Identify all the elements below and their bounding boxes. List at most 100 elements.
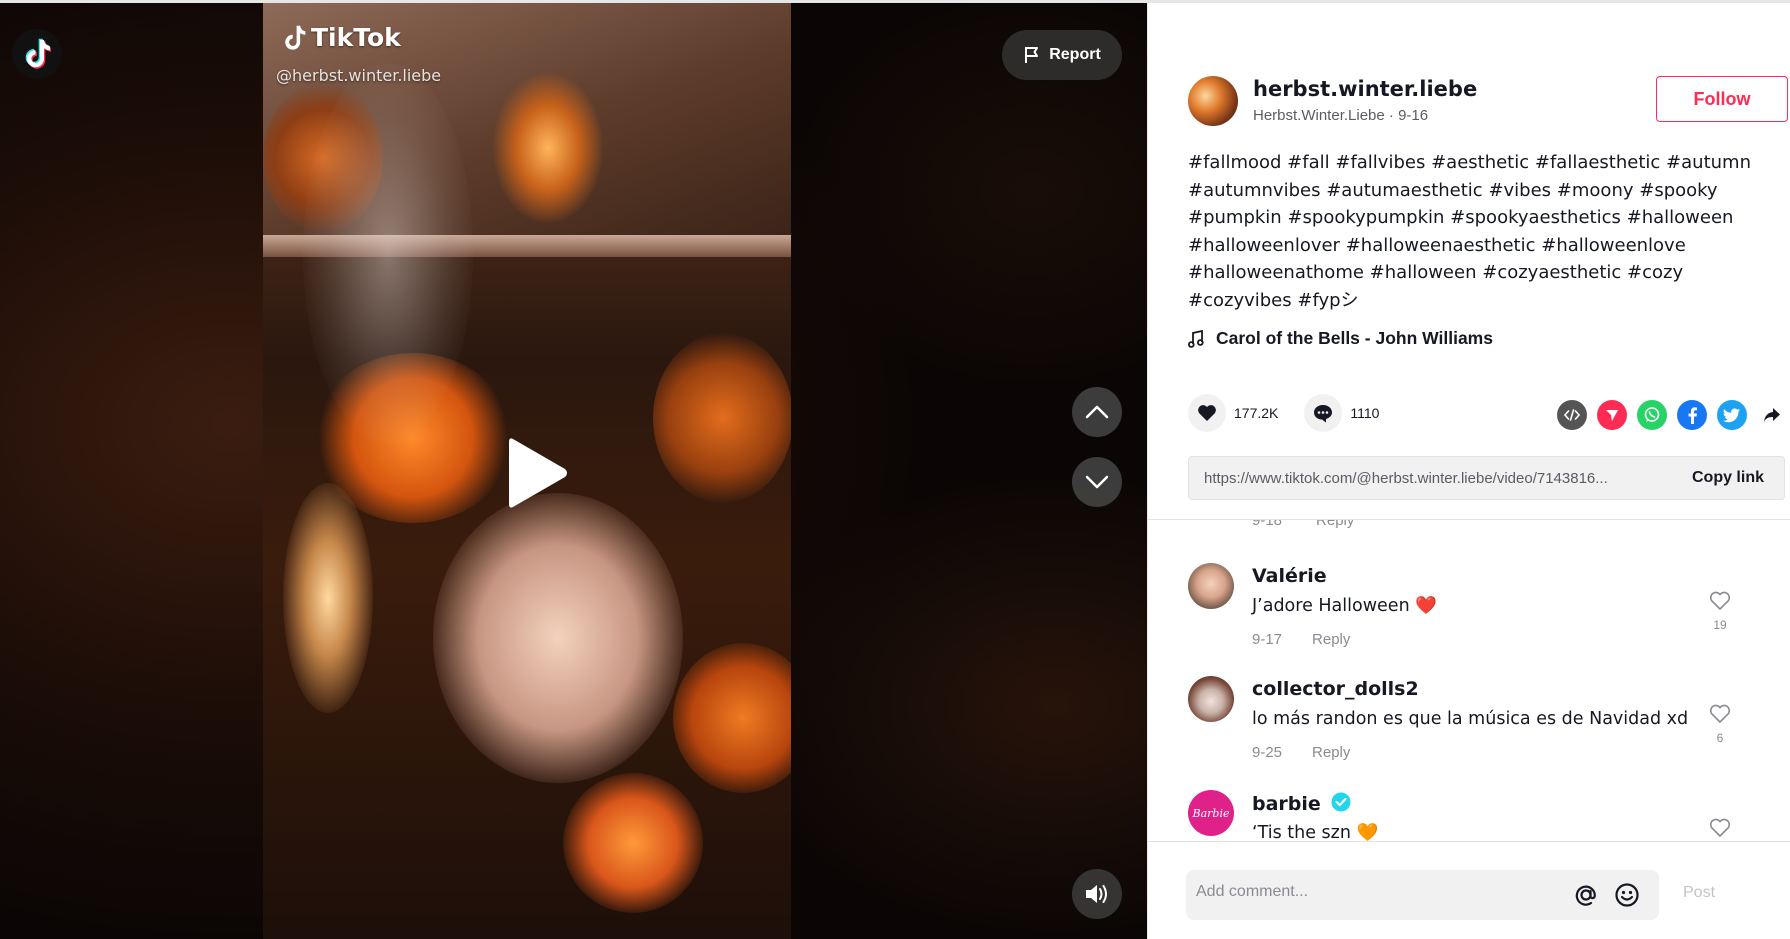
hashtag-link[interactable]: #halloweenathome [1188, 262, 1364, 283]
hashtag-link[interactable]: #spookyaesthetics [1450, 207, 1621, 228]
comment-like-button[interactable]: 6 [1700, 704, 1740, 745]
facebook-icon[interactable] [1677, 400, 1707, 430]
separator-dot: · [1388, 107, 1399, 124]
like-count: 177.2K [1234, 405, 1279, 421]
hashtag-link[interactable]: #autumnvibes [1188, 180, 1320, 201]
hashtag-link[interactable]: #fall [1287, 152, 1329, 173]
hashtag-link[interactable]: #fallaesthetic [1535, 152, 1660, 173]
commenter-avatar[interactable] [1188, 563, 1234, 609]
comment-date: 9-18 [1252, 520, 1283, 529]
previous-video-button[interactable] [1072, 387, 1122, 437]
hashtag-link[interactable]: #halloween [1627, 207, 1734, 228]
video-link-url[interactable]: https://www.tiktok.com/@herbst.winter.li… [1204, 470, 1664, 487]
comment-like-button[interactable] [1700, 818, 1740, 842]
comment-date: 9-17 [1252, 631, 1283, 648]
video-watermark-username: @herbst.winter.liebe [276, 66, 442, 85]
mention-icon[interactable] [1573, 882, 1599, 908]
video-scene-pumpkin [673, 643, 791, 793]
comment-text: J’adore Halloween ❤️ [1252, 596, 1437, 616]
embed-icon[interactable] [1557, 400, 1587, 430]
heart-outline-icon [1709, 591, 1731, 611]
like-button[interactable] [1188, 394, 1226, 432]
hashtag-link[interactable]: #halloweenlover [1188, 235, 1340, 256]
video-frame[interactable]: TikTok @herbst.winter.liebe [263, 3, 791, 939]
hashtag-link[interactable]: #cozyvibes [1188, 290, 1292, 311]
music-note-icon [1188, 329, 1204, 348]
orange-heart-emoji-icon: 🧡 [1356, 823, 1379, 842]
follow-button[interactable]: Follow [1656, 76, 1788, 122]
heart-outline-icon [1709, 818, 1731, 838]
comment-text: ‘Tis the szn 🧡 [1252, 823, 1378, 842]
video-link-box: https://www.tiktok.com/@herbst.winter.li… [1188, 456, 1785, 500]
speaker-icon [1086, 885, 1107, 903]
report-label: Report [1049, 46, 1101, 63]
heart-outline-icon [1709, 704, 1731, 724]
comment-like-button[interactable]: 19 [1700, 591, 1740, 632]
video-watermark-logo: TikTok [281, 23, 401, 52]
reply-button[interactable]: Reply [1312, 744, 1350, 761]
music-link[interactable]: Carol of the Bells - John Williams [1188, 328, 1493, 349]
commenter-name[interactable]: barbie [1252, 792, 1351, 815]
report-button[interactable]: Report [1002, 30, 1122, 80]
comment-button[interactable] [1304, 394, 1343, 432]
hashtag-link[interactable]: #fallvibes [1335, 152, 1425, 173]
video-scene-flowers [653, 333, 791, 503]
send-icon[interactable] [1597, 400, 1627, 430]
video-player-area: TikTok @herbst.winter.liebe Report [0, 3, 1147, 939]
chevron-down-icon [1085, 475, 1109, 489]
hashtag-link[interactable]: #vibes [1488, 180, 1551, 201]
hashtag-link[interactable]: #spookypumpkin [1287, 207, 1444, 228]
hashtag-link[interactable]: #moony [1557, 180, 1634, 201]
commenter-avatar[interactable] [1188, 676, 1234, 722]
hashtag-link[interactable]: #fallmood [1188, 152, 1281, 173]
comments-list[interactable]: 9-18 Reply Valérie J’adore Halloween ❤️ 9… [1148, 520, 1790, 842]
reply-button[interactable]: Reply [1312, 631, 1350, 648]
tiktok-logo-icon[interactable] [12, 29, 62, 79]
chevron-up-icon [1085, 405, 1109, 419]
reply-button[interactable]: Reply [1316, 520, 1354, 529]
next-video-button[interactable] [1072, 457, 1122, 507]
commenter-name[interactable]: Valérie [1252, 565, 1327, 587]
volume-button[interactable] [1072, 869, 1122, 919]
hashtag-link[interactable]: #halloweenaesthetic [1346, 235, 1536, 256]
hashtag-link[interactable]: #autumn [1666, 152, 1751, 173]
comment-input[interactable] [1196, 883, 1556, 901]
hashtag-link[interactable]: #aesthetic [1431, 152, 1529, 173]
hashtag-link[interactable]: #halloween [1370, 262, 1477, 283]
hashtag-link[interactable]: #autumaesthetic [1326, 180, 1483, 201]
previous-comment-meta: 9-18 Reply [1252, 520, 1354, 529]
hashtag-link[interactable]: #pumpkin [1188, 207, 1282, 228]
commenter-name[interactable]: collector_dolls2 [1252, 678, 1419, 700]
post-date: 9-16 [1398, 107, 1429, 124]
comment-text-body: ‘Tis the szn [1252, 823, 1351, 842]
author-avatar[interactable] [1188, 76, 1238, 126]
watermark-brand: TikTok [311, 23, 401, 52]
author-display-name: Herbst.Winter.Liebe [1253, 107, 1385, 124]
barbie-logo: Barbie [1192, 806, 1230, 820]
post-button[interactable]: Post [1683, 884, 1715, 902]
hashtag-link[interactable]: #spooky [1639, 180, 1717, 201]
commenter-name-text: barbie [1252, 793, 1321, 815]
comment-count: 1110 [1350, 405, 1380, 421]
comment-meta: 9-25 Reply [1252, 744, 1350, 761]
hashtag-link[interactable]: #cozy [1627, 262, 1683, 283]
hashtag-link[interactable]: #cozyaesthetic [1482, 262, 1621, 283]
video-scene-lantern-glow [493, 73, 603, 223]
comment-text: lo más randon es que la música es de Nav… [1252, 709, 1689, 729]
hashtag-link[interactable]: #halloweenlove [1541, 235, 1686, 256]
comment-like-count: 19 [1713, 618, 1727, 632]
commenter-avatar[interactable]: Barbie [1188, 790, 1234, 836]
copy-link-button[interactable]: Copy link [1692, 469, 1764, 487]
comment-date: 9-25 [1252, 744, 1283, 761]
music-title: Carol of the Bells - John Williams [1216, 328, 1493, 348]
heart-emoji-icon: ❤️ [1415, 596, 1438, 616]
twitter-icon[interactable] [1717, 400, 1747, 430]
author-subtitle: Herbst.Winter.Liebe · 9-16 [1253, 107, 1428, 124]
emoji-icon[interactable] [1614, 882, 1640, 908]
share-arrow-icon[interactable] [1757, 400, 1787, 430]
hashtag-link[interactable]: #fypシ [1297, 290, 1358, 311]
comment-meta: 9-17 Reply [1252, 631, 1350, 648]
author-username[interactable]: herbst.winter.liebe [1253, 77, 1477, 101]
play-icon[interactable] [505, 433, 571, 513]
whatsapp-icon[interactable] [1637, 400, 1667, 430]
